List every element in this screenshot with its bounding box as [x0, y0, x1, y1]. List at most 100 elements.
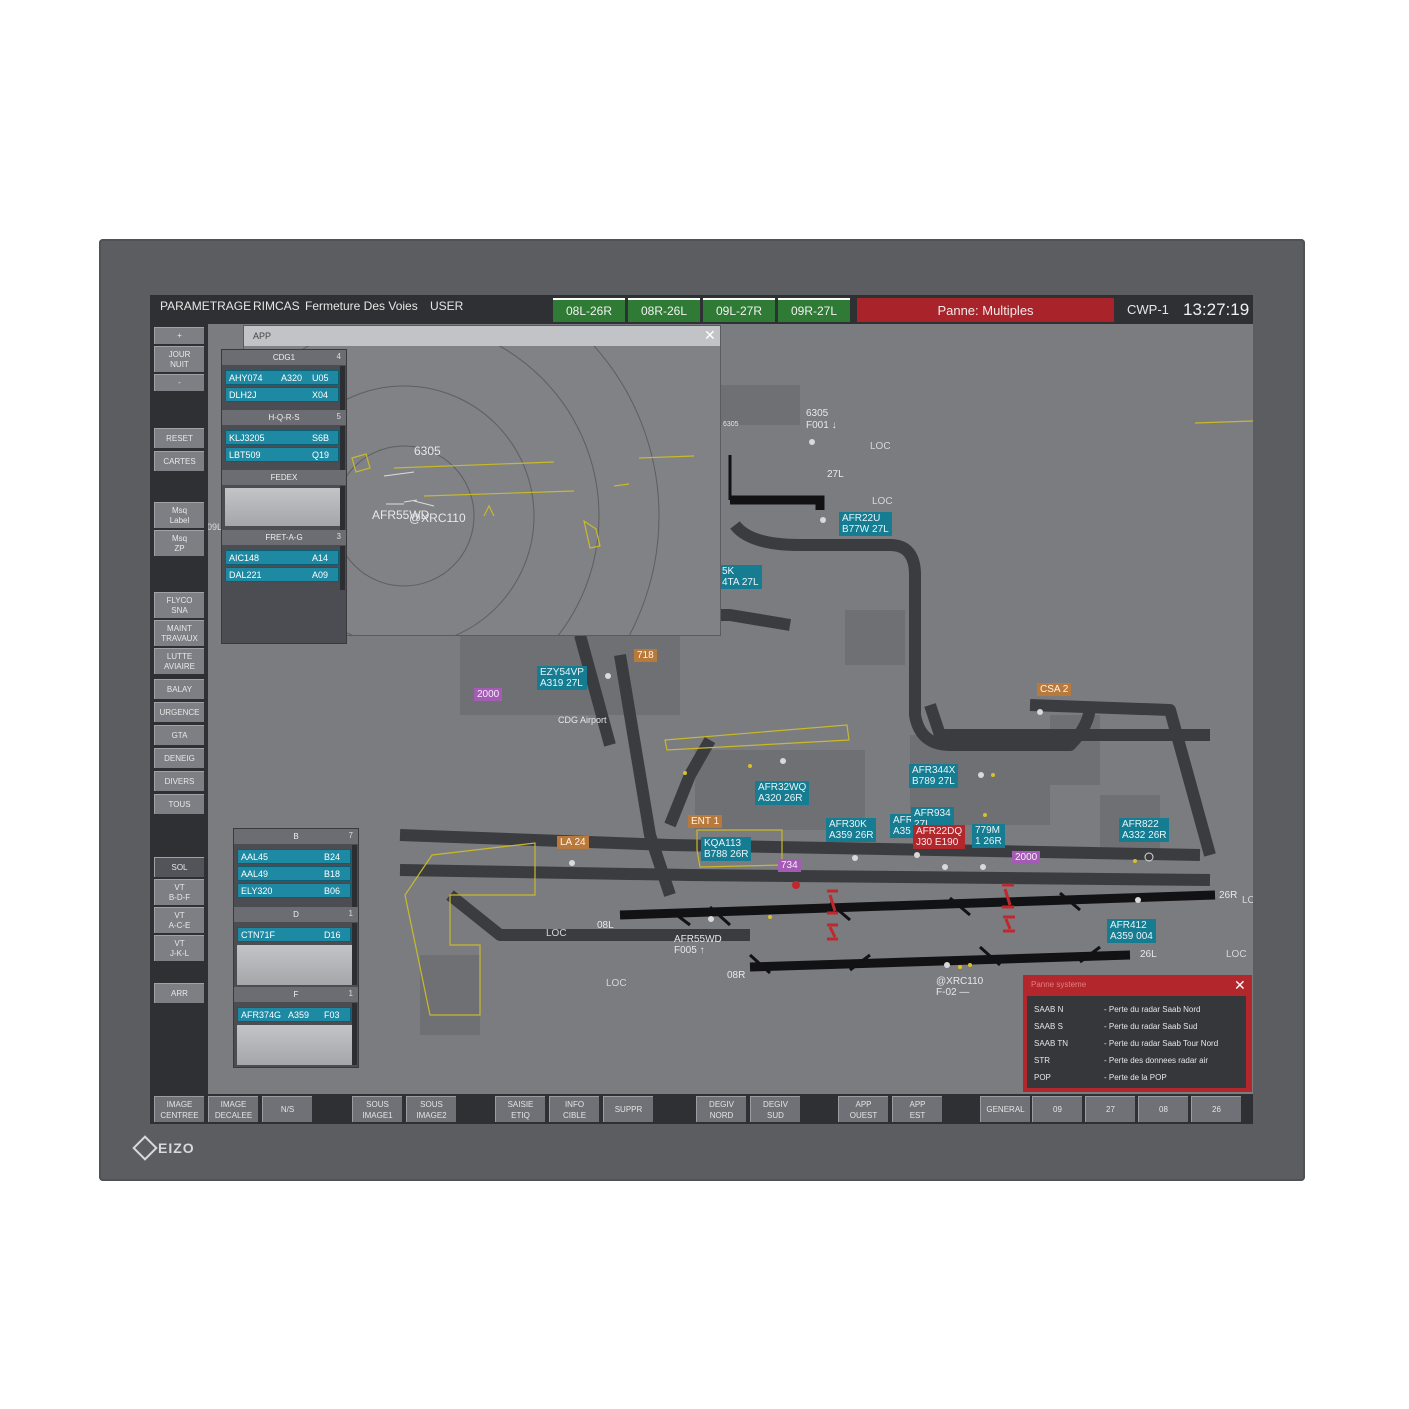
zoom-out-button[interactable]: -	[154, 374, 204, 391]
flight-strip[interactable]: KLJ3205 S6B	[225, 430, 339, 445]
arr-button[interactable]: ARR	[154, 983, 204, 1003]
label-orange[interactable]: CSA 2	[1037, 683, 1072, 696]
urgence-button[interactable]: URGENCE	[154, 702, 204, 722]
runway-27-button[interactable]: 27	[1085, 1096, 1135, 1122]
track-6305-squawk[interactable]: 6305	[806, 408, 828, 419]
reset-button[interactable]: RESET	[154, 428, 204, 448]
flight-strip[interactable]: DLH2J X04	[225, 387, 339, 402]
degiv-sud-button[interactable]: DEGIV SUD	[750, 1096, 800, 1122]
flight-strip[interactable]: AAL49 B18	[237, 866, 351, 881]
app-ouest-button[interactable]: APP OUEST	[838, 1096, 888, 1122]
menu-rimcas[interactable]: RIMCAS	[253, 299, 300, 313]
scrollbar[interactable]	[352, 923, 357, 985]
tous-button[interactable]: TOUS	[154, 794, 204, 814]
vt-bdf-button[interactable]: VT B-D-F	[154, 879, 204, 905]
general-button[interactable]: GENERAL	[980, 1096, 1030, 1122]
eizo-mark-icon	[132, 1135, 158, 1161]
menu-fermeture-des-voies[interactable]: Fermeture Des Voies	[305, 299, 418, 313]
aircraft-label[interactable]: AFR822 A332 26R	[1119, 818, 1170, 842]
cartes-button[interactable]: CARTES	[154, 451, 204, 471]
image-decalee-button[interactable]: IMAGE DECALEE	[208, 1096, 258, 1122]
label-orange[interactable]: ENT 1	[688, 815, 723, 828]
aircraft-label[interactable]: AFR30K A359 26R	[826, 818, 877, 842]
app-est-button[interactable]: APP EST	[892, 1096, 942, 1122]
flight-strip[interactable]: ELY320 B06	[237, 883, 351, 898]
track-xrc110-callsign[interactable]: @XRC110	[936, 976, 983, 987]
vt-ace-button[interactable]: VT A-C-E	[154, 907, 204, 933]
maint-travaux-button[interactable]: MAINT TRAVAUX	[154, 620, 204, 646]
info-cible-button[interactable]: INFO CIBLE	[549, 1096, 599, 1122]
aircraft-label[interactable]: AFR344X B789 27L	[909, 764, 959, 788]
aircraft-label[interactable]: AFR32WQ A320 26R	[755, 781, 810, 805]
runway-tab-09l-27r[interactable]: 09L-27R	[703, 298, 775, 322]
runway-09-button[interactable]: 09	[1032, 1096, 1082, 1122]
label-purple[interactable]: 2000	[1012, 851, 1041, 864]
lutte-aviaire-button[interactable]: LUTTE AVIAIRE	[154, 648, 204, 674]
scrollbar[interactable]	[340, 426, 345, 470]
alarm-banner[interactable]: Panne: Multiples	[857, 298, 1114, 322]
runway-tab-08l-26r[interactable]: 08L-26R	[553, 298, 625, 322]
label-purple[interactable]: 734	[778, 859, 801, 872]
runway-26-button[interactable]: 26	[1191, 1096, 1241, 1122]
runway-tab-08r-26l[interactable]: 08R-26L	[628, 298, 700, 322]
balay-button[interactable]: BALAY	[154, 679, 204, 699]
divers-button[interactable]: DIVERS	[154, 771, 204, 791]
aircraft-label[interactable]: EZY54VP A319 27L	[537, 666, 587, 690]
vt-jkl-button[interactable]: VT J-K-L	[154, 935, 204, 961]
image-centree-button[interactable]: IMAGE CENTREE	[154, 1096, 204, 1122]
msq-zp-button[interactable]: Msq ZP	[154, 530, 204, 556]
airport-name: CDG Airport	[558, 715, 607, 725]
bay-count: 5	[336, 412, 341, 421]
close-icon[interactable]: ✕	[704, 327, 716, 344]
flyco-sna-button[interactable]: FLYCO SNA	[154, 592, 204, 618]
jour-nuit-button[interactable]: JOUR NUIT	[154, 346, 204, 372]
zoom-in-button[interactable]: +	[154, 327, 204, 344]
runway-08-button[interactable]: 08	[1138, 1096, 1188, 1122]
suppr-button[interactable]: SUPPR	[603, 1096, 653, 1122]
scrollbar[interactable]	[340, 366, 345, 410]
menu-user[interactable]: USER	[430, 299, 463, 313]
scrollbar[interactable]	[340, 486, 345, 530]
runway-08r-26l	[749, 950, 1131, 972]
label-orange[interactable]: 718	[634, 649, 657, 662]
runway-tab-09r-27l[interactable]: 09R-27L	[778, 298, 850, 322]
scrollbar[interactable]	[352, 845, 357, 907]
aircraft-label[interactable]: 779M 1 26R	[972, 824, 1005, 848]
failure-row: SAAB N- Perte du radar Saab Nord	[1034, 1005, 1201, 1014]
aircraft-label-alert[interactable]: AFR22DQ J30 E190	[913, 825, 966, 849]
aircraft-label[interactable]: 5K 4TA 27L	[719, 565, 762, 589]
scrollbar[interactable]	[352, 1003, 357, 1065]
sol-button[interactable]: SOL	[154, 857, 204, 877]
close-icon[interactable]: ✕	[1234, 977, 1246, 994]
ns-button[interactable]: N/S	[262, 1096, 312, 1122]
flight-strip[interactable]: DAL221 A09	[225, 567, 339, 582]
failure-list: SAAB N- Perte du radar Saab Nord SAAB S-…	[1027, 996, 1246, 1088]
flight-strip[interactable]: AFR374G A359 F03	[237, 1007, 351, 1022]
aircraft-label[interactable]: KQA113 B788 26R	[701, 837, 752, 861]
flight-strip[interactable]: AHY074 A320 U05	[225, 370, 339, 385]
failure-window[interactable]: Panne systeme ✕ SAAB N- Perte du radar S…	[1023, 975, 1252, 1092]
aircraft-label[interactable]: AFR412 A359 004	[1107, 919, 1156, 943]
track-afr55wd-callsign[interactable]: AFR55WD	[674, 934, 722, 945]
sous-image1-button[interactable]: SOUS IMAGE1	[352, 1096, 402, 1122]
sous-image2-button[interactable]: SOUS IMAGE2	[406, 1096, 456, 1122]
menu-parametrage[interactable]: PARAMETRAGE	[160, 299, 251, 313]
deneig-button[interactable]: DENEIG	[154, 748, 204, 768]
flight-strip[interactable]: AIC148 A14	[225, 550, 339, 565]
flight-strip[interactable]: LBT509 Q19	[225, 447, 339, 462]
label-orange[interactable]: LA 24	[557, 836, 589, 849]
loc-marker: LOC	[1242, 895, 1253, 906]
label-purple[interactable]: 2000	[474, 688, 503, 701]
degiv-nord-button[interactable]: DEGIV NORD	[696, 1096, 746, 1122]
flight-strip[interactable]: AAL45 B24	[237, 849, 351, 864]
aircraft-label[interactable]: AFR22U B77W 27L	[839, 512, 892, 536]
app-track-callsign-2[interactable]: @XRC110	[409, 512, 466, 524]
gta-button[interactable]: GTA	[154, 725, 204, 745]
app-track-squawk[interactable]: 6305	[414, 445, 441, 457]
scrollbar[interactable]	[340, 546, 345, 590]
app-window-titlebar[interactable]: APP ✕	[244, 326, 720, 346]
saisie-etiq-button[interactable]: SAISIE ETIQ	[495, 1096, 545, 1122]
msq-label-button[interactable]: Msq Label	[154, 502, 204, 528]
runway-label-27l: 27L	[827, 469, 844, 480]
flight-strip[interactable]: CTN71F D16	[237, 927, 351, 942]
